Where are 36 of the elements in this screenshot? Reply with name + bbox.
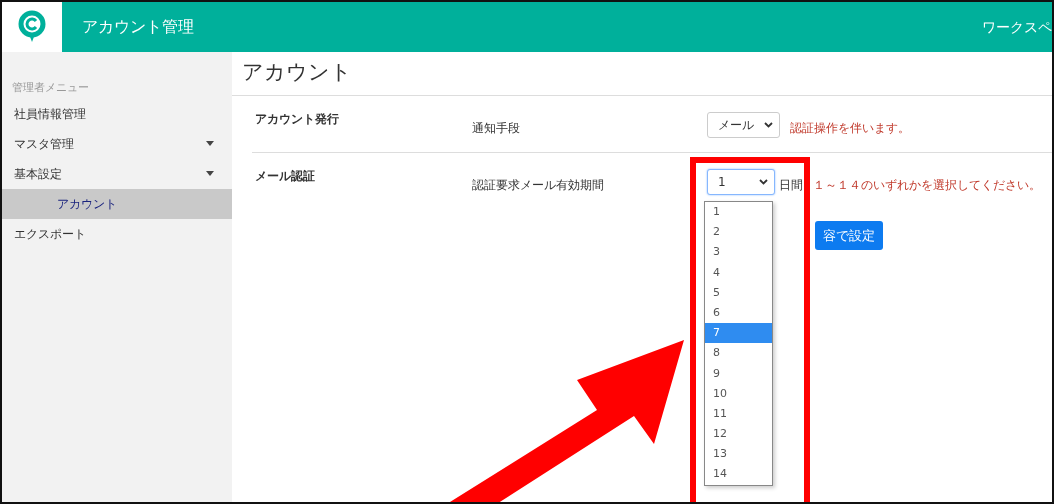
dropdown-option[interactable]: 9 bbox=[705, 363, 772, 384]
menu-heading: 管理者メニュー bbox=[11, 80, 90, 96]
dropdown-option[interactable]: 11 bbox=[705, 403, 772, 425]
page-title: アカウント bbox=[232, 52, 1052, 96]
logo-icon bbox=[17, 10, 47, 44]
sidebar-item[interactable]: 社員情報管理 bbox=[2, 98, 232, 129]
section-heading: メール認証 bbox=[255, 167, 316, 185]
dropdown-option[interactable]: 2 bbox=[705, 222, 772, 243]
field-label: 通知手段 bbox=[472, 119, 521, 137]
dropdown-option[interactable]: 1 bbox=[705, 202, 772, 223]
app-title: アカウント管理 bbox=[82, 16, 194, 38]
dropdown-option[interactable]: 3 bbox=[705, 242, 772, 263]
save-button[interactable]: 容で設定 bbox=[815, 220, 883, 250]
section-heading: アカウント発行 bbox=[255, 110, 340, 128]
sidebar-item[interactable]: マスタ管理 bbox=[2, 128, 232, 159]
select-field[interactable]: 1 bbox=[707, 168, 775, 195]
dropdown-option[interactable]: 8 bbox=[705, 343, 772, 364]
dropdown-option[interactable]: 10 bbox=[705, 383, 772, 404]
sidebar-item[interactable]: エクスポート bbox=[2, 218, 232, 249]
chevron-icon bbox=[764, 121, 773, 128]
sidebar-item[interactable]: アカウント bbox=[2, 188, 232, 219]
field-label: 認証要求メール有効期間 bbox=[472, 176, 605, 194]
select-field[interactable]: メール bbox=[707, 111, 780, 138]
hint-text: １～１４のいずれかを選択してください。 bbox=[813, 176, 1041, 194]
dropdown-option[interactable]: 14 bbox=[705, 464, 772, 485]
sidebar-item[interactable]: 基本設定 bbox=[2, 158, 232, 189]
caret-icon bbox=[206, 141, 214, 146]
dropdown-option[interactable]: 5 bbox=[705, 282, 772, 303]
hint-text: 認証操作を伴います。 bbox=[790, 119, 910, 137]
dropdown-option[interactable]: 12 bbox=[705, 424, 772, 445]
caret-icon bbox=[206, 171, 214, 176]
dropdown-option[interactable]: 13 bbox=[705, 444, 772, 465]
unit-label: 日間 bbox=[779, 176, 803, 194]
dropdown-option[interactable]: 6 bbox=[705, 302, 772, 324]
chevron-icon bbox=[759, 178, 768, 185]
dropdown-option[interactable]: 4 bbox=[705, 262, 772, 283]
